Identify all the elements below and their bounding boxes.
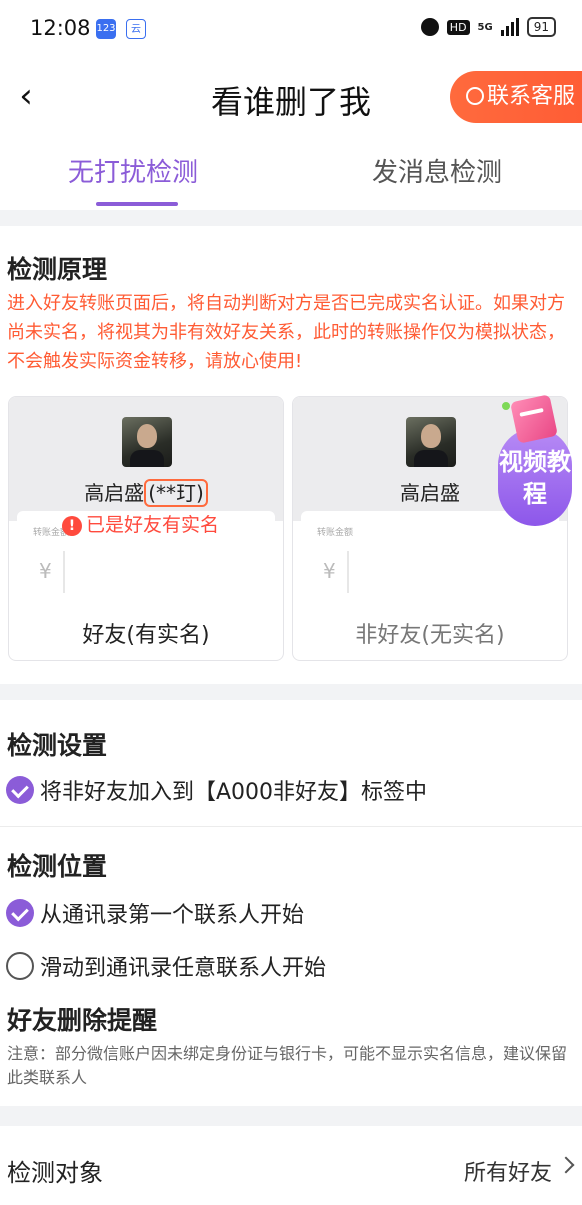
amount-label: 转账金额: [317, 528, 354, 538]
principle-notice: 进入好友转账页面后，将自动判断对方是否已完成实名认证。如果对方尚未实名，将视其为…: [7, 293, 565, 372]
option-label: 从通讯录第一个联系人开始: [40, 903, 305, 928]
exclamation-icon: !: [62, 516, 82, 536]
target-value: 所有好友: [463, 1161, 552, 1186]
notification-icon: 123: [96, 19, 116, 39]
radio-unchecked-icon: [6, 952, 34, 980]
battery-icon: 91: [526, 17, 556, 37]
settings-title: 检测设置: [7, 731, 108, 760]
detect-target-row[interactable]: 检测对象 所有好友: [0, 1133, 582, 1205]
video-tutorial-button[interactable]: 视频教程: [498, 394, 572, 526]
cloud-app-icon: 云: [126, 19, 146, 39]
start-from-any-option[interactable]: 滑动到通讯录任意联系人开始: [6, 950, 326, 982]
section-divider: [0, 210, 582, 226]
target-label: 检测对象: [7, 1159, 103, 1187]
alarm-icon: [420, 18, 439, 36]
status-bar: 12:08 123 云 HD 5G 91: [0, 0, 582, 58]
avatar: [406, 417, 456, 467]
option-label: 将非好友加入到【A000非好友】标签中: [40, 780, 428, 805]
headset-icon: [466, 87, 484, 105]
masked-realname: (**玎): [144, 479, 208, 507]
position-title: 检测位置: [7, 852, 108, 881]
currency-symbol: ¥: [39, 559, 52, 583]
tab-bar: 无打扰检测 发消息检测: [0, 140, 582, 210]
option-label: 滑动到通讯录任意联系人开始: [40, 956, 327, 981]
video-tutorial-label: 视频教程: [498, 428, 572, 526]
principle-title: 检测原理: [7, 255, 108, 284]
section-divider: [0, 684, 582, 700]
contact-service-button[interactable]: 联系客服: [450, 71, 582, 123]
app-header: ‹ 看谁删了我 联系客服: [0, 60, 582, 136]
card-caption: 好友(有实名): [82, 623, 210, 648]
avatar: [122, 417, 172, 467]
card-caption: 非好友(无实名): [355, 623, 505, 648]
network-type: 5G: [477, 21, 493, 33]
checkbox-checked-icon: [6, 776, 34, 804]
status-time: 12:08: [30, 16, 91, 40]
currency-symbol: ¥: [323, 559, 336, 583]
tab-message-detect[interactable]: 发消息检测: [372, 152, 502, 189]
tab-no-disturb[interactable]: 无打扰检测: [68, 152, 198, 189]
start-from-first-option[interactable]: 从通讯录第一个联系人开始: [6, 897, 304, 929]
sparkle-icon: [502, 402, 510, 410]
signal-icon: [500, 18, 519, 36]
add-to-tag-option[interactable]: 将非好友加入到【A000非好友】标签中: [6, 774, 427, 806]
contact-name: 高启盛 (**玎): [9, 477, 283, 507]
book-icon: [510, 394, 558, 444]
reminder-note: 注意：部分微信账户因未绑定身份证与银行卡，可能不显示实名信息，建议保留此类联系人: [7, 1044, 568, 1087]
hd-icon: HD: [446, 19, 470, 35]
contact-service-label: 联系客服: [487, 84, 576, 109]
tab-indicator: [96, 202, 178, 206]
section-divider: [0, 1106, 582, 1126]
reminder-title: 好友删除提醒: [7, 1006, 158, 1035]
radio-checked-icon: [6, 899, 34, 927]
status-icons: HD 5G 91: [420, 17, 556, 37]
realname-warning: ! 已是好友有实名: [62, 510, 219, 537]
chevron-right-icon: [557, 1156, 575, 1174]
